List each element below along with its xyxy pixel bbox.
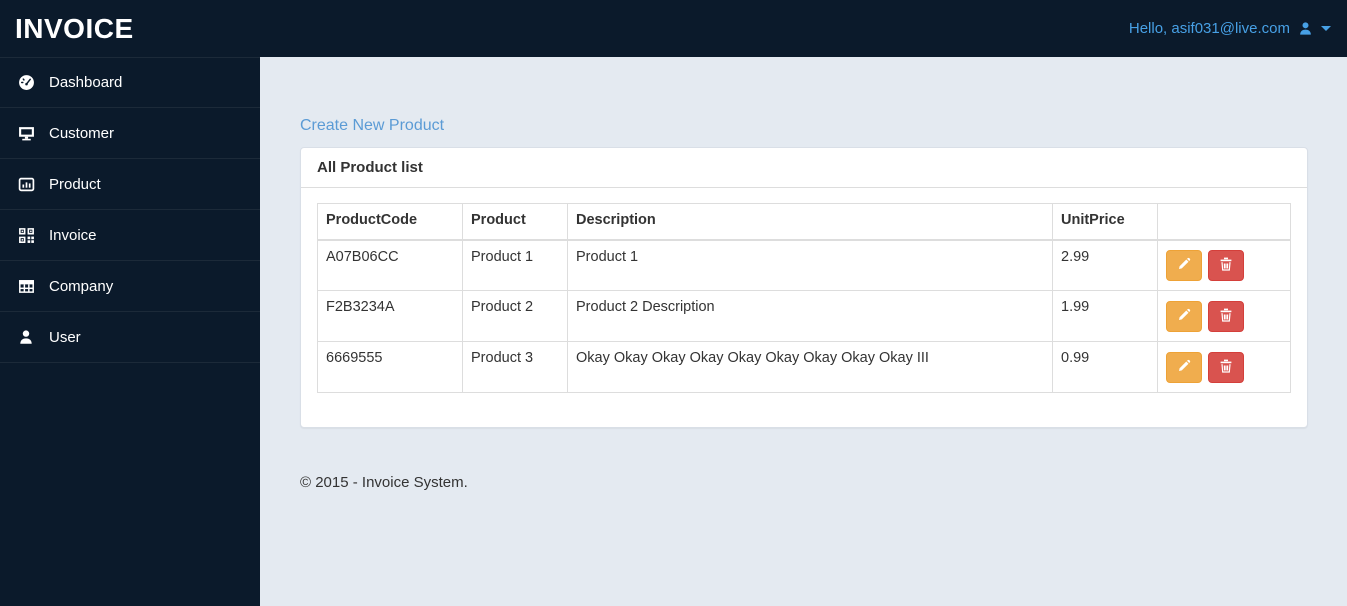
sidebar-item-label: Customer bbox=[49, 124, 115, 142]
table-row: F2B3234A Product 2 Product 2 Description… bbox=[317, 290, 1291, 342]
unit-price-cell: 1.99 bbox=[1052, 290, 1158, 342]
header-product: Product bbox=[462, 203, 568, 241]
product-code-cell: A07B06CC bbox=[317, 239, 463, 291]
user-menu[interactable]: Hello, asif031@live.com bbox=[1129, 20, 1347, 37]
product-cell: Product 3 bbox=[462, 341, 568, 393]
header-actions bbox=[1157, 203, 1291, 241]
pencil-icon bbox=[1177, 257, 1191, 274]
user-greeting-link[interactable]: Hello, asif031@live.com bbox=[1129, 20, 1290, 37]
table-row: 6669555 Product 3 Okay Okay Okay Okay Ok… bbox=[317, 341, 1291, 393]
pencil-icon bbox=[1177, 308, 1191, 325]
panel-body: ProductCode Product Description UnitPric… bbox=[301, 188, 1307, 427]
unit-price-cell: 2.99 bbox=[1052, 239, 1158, 291]
table-header-row: ProductCode Product Description UnitPric… bbox=[317, 203, 1291, 241]
delete-button[interactable] bbox=[1208, 351, 1244, 383]
sidebar-item-label: Invoice bbox=[49, 226, 97, 244]
trash-icon bbox=[1219, 359, 1233, 376]
bar-chart-icon bbox=[15, 176, 37, 193]
product-cell: Product 2 bbox=[462, 290, 568, 342]
sidebar-item-invoice[interactable]: Invoice bbox=[0, 210, 260, 261]
trash-icon bbox=[1219, 257, 1233, 274]
user-icon bbox=[1298, 21, 1313, 36]
edit-button[interactable] bbox=[1166, 249, 1202, 281]
edit-button[interactable] bbox=[1166, 300, 1202, 332]
chevron-down-icon bbox=[1321, 26, 1331, 31]
main-content: Create New Product All Product list Prod… bbox=[260, 57, 1347, 606]
dashboard-gauge-icon bbox=[15, 74, 37, 91]
panel-title: All Product list bbox=[301, 148, 1307, 188]
sidebar-nav: Dashboard Customer Product Invoice Compa… bbox=[0, 57, 260, 606]
delete-button[interactable] bbox=[1208, 300, 1244, 332]
product-cell: Product 1 bbox=[462, 239, 568, 291]
create-new-product-link[interactable]: Create New Product bbox=[300, 117, 444, 135]
unit-price-cell: 0.99 bbox=[1052, 341, 1158, 393]
product-list-panel: All Product list ProductCode Product Des… bbox=[300, 147, 1308, 428]
copyright-footer: © 2015 - Invoice System. bbox=[300, 474, 468, 491]
qrcode-icon bbox=[15, 227, 37, 244]
actions-cell bbox=[1157, 290, 1291, 342]
app-brand: INVOICE bbox=[15, 12, 134, 44]
sidebar-item-label: Product bbox=[49, 175, 101, 193]
trash-icon bbox=[1219, 308, 1233, 325]
sidebar-item-product[interactable]: Product bbox=[0, 159, 260, 210]
desktop-icon bbox=[15, 125, 37, 142]
description-cell: Okay Okay Okay Okay Okay Okay Okay Okay … bbox=[567, 341, 1053, 393]
sidebar-item-user[interactable]: User bbox=[0, 312, 260, 363]
edit-button[interactable] bbox=[1166, 351, 1202, 383]
sidebar-item-dashboard[interactable]: Dashboard bbox=[0, 57, 260, 108]
header-product-code: ProductCode bbox=[317, 203, 463, 241]
table-row: A07B06CC Product 1 Product 1 2.99 bbox=[317, 239, 1291, 291]
top-navbar: INVOICE Hello, asif031@live.com bbox=[0, 0, 1347, 57]
header-description: Description bbox=[567, 203, 1053, 241]
header-unit-price: UnitPrice bbox=[1052, 203, 1158, 241]
actions-cell bbox=[1157, 341, 1291, 393]
product-table: ProductCode Product Description UnitPric… bbox=[317, 203, 1291, 393]
sidebar-item-label: Company bbox=[49, 277, 114, 295]
delete-button[interactable] bbox=[1208, 249, 1244, 281]
user-icon bbox=[15, 329, 37, 345]
sidebar-item-customer[interactable]: Customer bbox=[0, 108, 260, 159]
product-code-cell: F2B3234A bbox=[317, 290, 463, 342]
description-cell: Product 1 bbox=[567, 239, 1053, 291]
product-code-cell: 6669555 bbox=[317, 341, 463, 393]
sidebar-item-label: User bbox=[49, 328, 81, 346]
table-grid-icon bbox=[15, 278, 37, 295]
sidebar-item-company[interactable]: Company bbox=[0, 261, 260, 312]
pencil-icon bbox=[1177, 359, 1191, 376]
actions-cell bbox=[1157, 239, 1291, 291]
description-cell: Product 2 Description bbox=[567, 290, 1053, 342]
sidebar-item-label: Dashboard bbox=[49, 74, 123, 91]
